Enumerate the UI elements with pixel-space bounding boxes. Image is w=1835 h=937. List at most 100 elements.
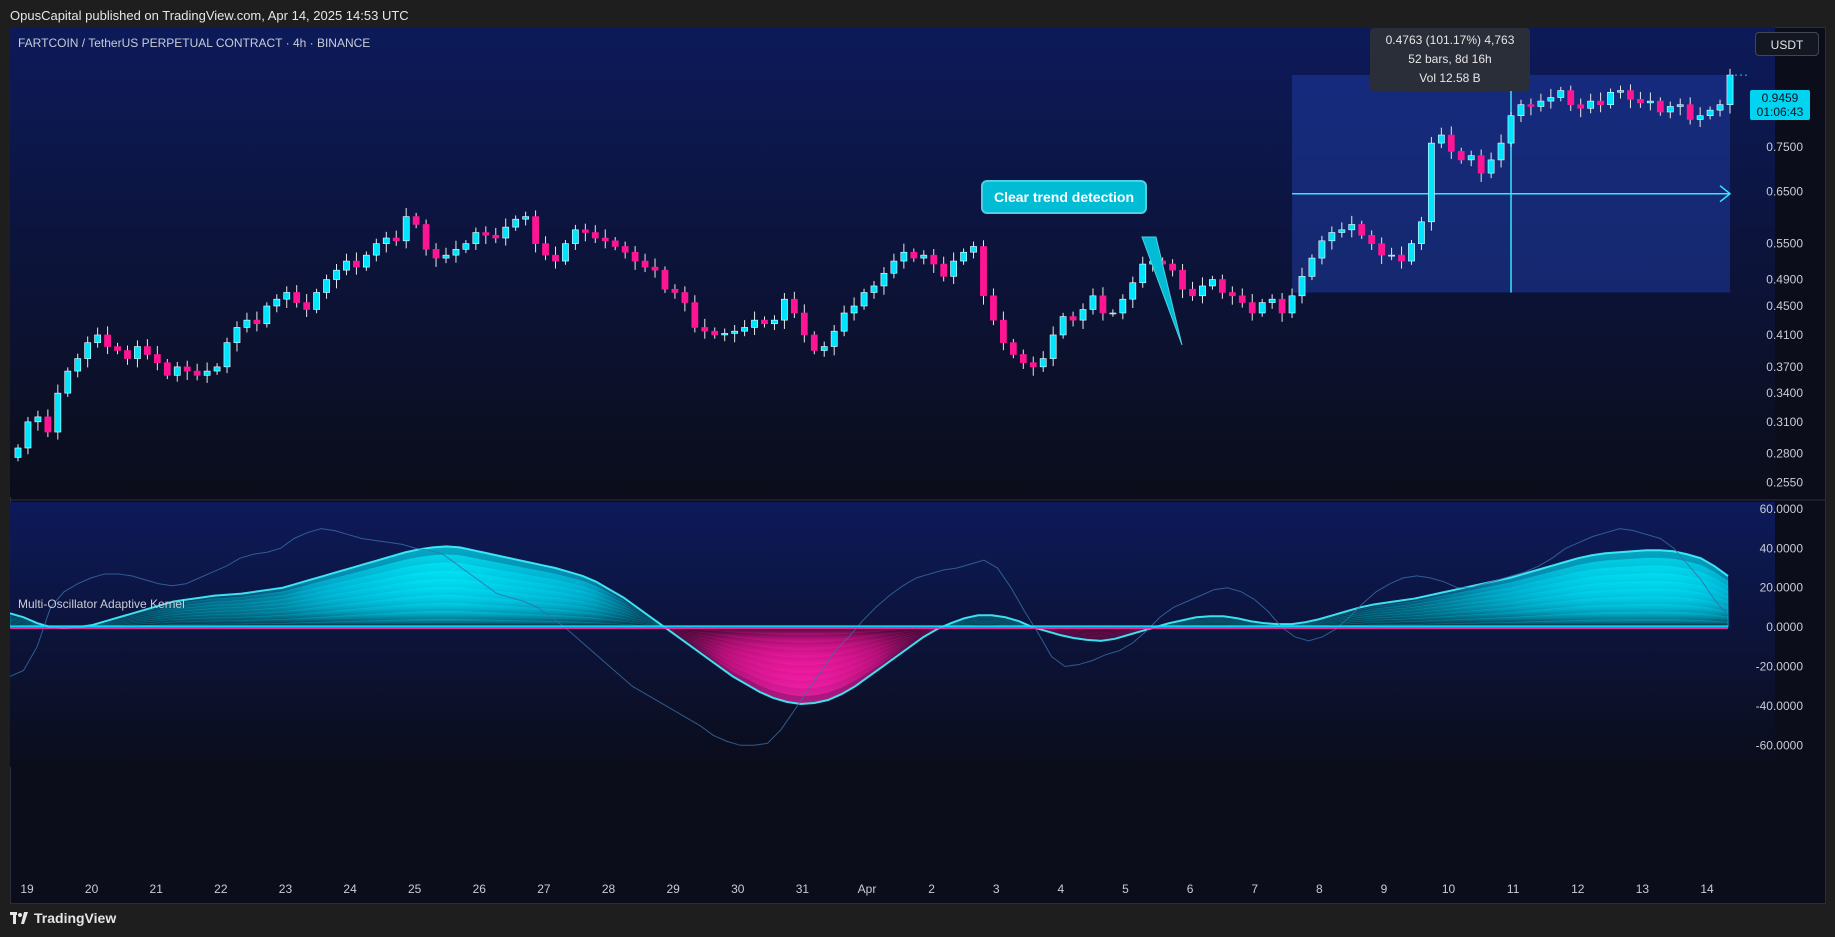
candle-body [532,216,539,244]
candle-body [1179,269,1186,290]
candle-body [810,334,818,351]
candle-body [1607,91,1614,105]
candle-body [860,292,868,307]
time-tick-label: 20 [85,882,99,896]
candle-body [293,292,301,303]
candle-body [890,260,898,274]
candle-body [790,298,798,314]
candle-body [283,292,291,300]
candle-body [1597,100,1604,105]
candle-body [323,279,330,293]
candle-body [761,319,768,325]
time-tick-label: 9 [1381,882,1388,896]
time-tick-label: 12 [1571,882,1585,896]
candle-body [243,319,251,328]
candle-body [1209,279,1216,287]
candle-body [661,269,669,290]
candle-body [562,243,569,262]
price-tick-label: 0.4100 [1766,328,1803,342]
candle-body [1577,104,1585,109]
tradingview-logo-icon [10,912,28,924]
candle-body [1617,90,1624,93]
candle-body [820,346,828,351]
candle-body [353,260,360,268]
candle-body [273,298,281,307]
price-tick-label: 0.4500 [1766,299,1803,313]
candle-body [333,269,340,280]
candle-body [1218,279,1226,293]
candle-body [751,319,758,328]
candle-body [1627,90,1634,100]
candle-body [920,254,928,259]
candle-body [1288,295,1296,314]
candle-body [800,312,808,336]
publish-header: OpusCapital published on TradingView.com… [0,0,1835,30]
candle-body [1676,104,1684,107]
candle-body [1358,224,1366,236]
candle-body [1308,257,1316,277]
candle-body [840,312,848,332]
time-tick-label: 28 [602,882,616,896]
candle-body [1388,254,1395,257]
candle-body [980,246,987,297]
candle-body [153,354,161,363]
time-tick-label: 2 [928,882,935,896]
candle-body [372,243,380,256]
candle-body [671,288,679,293]
candle-body [771,319,778,325]
candle-body [940,263,948,277]
candle-body [1009,342,1017,355]
candle-body [382,237,390,244]
candle-body [1378,243,1386,256]
candle-body [1328,232,1336,242]
candle-body [1079,309,1087,321]
candle [64,367,72,397]
candle-body [1437,134,1445,144]
footer-brand[interactable]: TradingView [10,910,116,926]
price-tick-label: 0.3100 [1766,415,1803,429]
candle-body [74,358,82,372]
time-tick-label: 14 [1700,882,1714,896]
candle-body [731,330,739,334]
candle-body [1666,106,1674,113]
candle-body [830,330,838,347]
time-tick-label: 21 [150,882,164,896]
currency-button[interactable]: USDT [1755,32,1819,56]
candle-body [711,330,719,336]
indicator-tick-label: -60.0000 [1756,738,1804,752]
candle-body [1507,115,1515,144]
indicator-tick-label: 40.0000 [1760,541,1804,555]
time-tick-label: 24 [343,882,357,896]
candle-body [1189,288,1196,297]
candle-body [1139,263,1147,284]
candle-body [1000,319,1007,343]
candle-body [1238,295,1246,303]
candle-body [472,232,480,244]
chart-canvas[interactable]: 1.05000.85000.75000.65000.55000.49000.45… [10,27,1826,904]
candle-body [1686,104,1694,120]
candle-body [124,350,131,359]
price-tick-label: 0.5500 [1766,237,1803,251]
candle-body [1537,100,1545,107]
candle [1428,136,1435,231]
candle-body [432,249,440,259]
candle-body [1338,229,1346,233]
time-tick-label: 13 [1636,882,1650,896]
candle-body [631,251,639,262]
indicator-title: Multi-Oscillator Adaptive Kernel [18,597,185,611]
candle-body [691,302,699,328]
candle-body [94,334,102,343]
bar-countdown: 01:06:43 [1756,105,1804,119]
candle-body [1567,90,1575,105]
candle-body [721,333,729,336]
candle-body [880,272,888,287]
indicator-tick-label: -40.0000 [1756,699,1804,713]
candle-body [64,370,72,394]
candle-body [621,246,629,253]
candle-body [223,342,231,368]
candle-body [452,249,460,256]
price-tick-label: 0.7500 [1766,140,1803,154]
candle-body [970,246,977,253]
time-tick-label: 29 [666,882,680,896]
candle-body [900,251,908,262]
